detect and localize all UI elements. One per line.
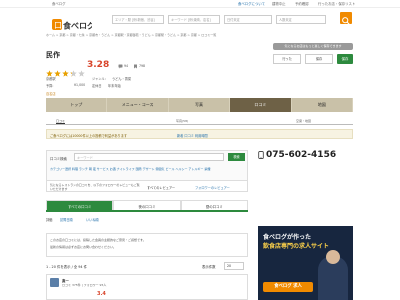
filter-like-order[interactable]: いいね順 — [86, 217, 99, 222]
tab-night-reviews[interactable]: 夜の口コミ — [113, 200, 181, 210]
page-title: 民作 — [46, 51, 60, 59]
tab-photos[interactable]: 写真 — [169, 98, 231, 112]
notice-text: ご食べログには10000件以上の投稿で利益があります — [50, 134, 128, 138]
restaurant-nav: トップ メニュー・コース 写真 ロコミ 地図 — [46, 98, 354, 112]
disclaimer-box: このお店の口コミには、投稿した会員の主観的なご意見・ご感想です。 最新の情報は必… — [46, 233, 248, 257]
comment-icon — [118, 64, 123, 69]
phone-icon — [258, 151, 264, 159]
tab-reviews[interactable]: ロコミ — [230, 98, 292, 112]
tab-all-reviews[interactable]: すべての口コミ — [46, 200, 114, 210]
top-link-about[interactable]: 食べログについて — [238, 1, 265, 6]
people-select[interactable]: 人数未定 — [276, 15, 326, 24]
header: 口 食べログ エリア・駅 [例:新宿、渋谷] キーワード [例:焼肉、店名] 日… — [0, 8, 400, 32]
svg-text:食べログ: 食べログ — [63, 21, 92, 31]
genre-label: ジャンル: — [92, 77, 106, 81]
tabelog-logo[interactable]: 口 食べログ — [52, 18, 92, 32]
went-button[interactable]: 行った — [273, 54, 301, 64]
hyakumeiten-badge[interactable]: 百名店 — [46, 91, 56, 96]
top-link-saved[interactable]: 行ったお店・保存リスト — [318, 1, 355, 6]
ad-title: 食べログが作った — [263, 234, 312, 241]
review-score: 3.4 — [97, 291, 106, 297]
top-link-stop[interactable]: 建物中止 — [272, 1, 286, 6]
save-panel-header: 気になるお店はもっと楽しく保存できます — [273, 43, 353, 50]
holiday-value: 年末年始 — [108, 84, 121, 88]
area-input[interactable]: エリア・駅 [例:新宿、渋谷] — [112, 15, 164, 24]
rating-stars — [46, 62, 86, 77]
review-search-button[interactable]: 検索 — [228, 153, 245, 161]
nearest-station: 京都駅 — [46, 77, 56, 81]
review-tabs: すべての口コミ 夜の口コミ 昼の口コミ — [46, 200, 248, 212]
disclaimer-line-2: 最新の情報は必ずお店にお問い合わせください。 — [50, 245, 117, 249]
star-half-icon — [70, 70, 77, 77]
phone-number[interactable]: 075-602-4156 — [266, 150, 336, 160]
save-panel: 気になるお店はもっと楽しく保存できます 行った 保存 保存 — [273, 43, 353, 67]
keyword-input[interactable]: キーワード [例:焼肉、店名] — [168, 15, 220, 24]
notice-link[interactable]: 新着 口コミ 利用時間 — [177, 133, 208, 138]
follower-reviewers-link[interactable]: フォロワーのレビュアー — [195, 185, 230, 190]
tab-map[interactable]: 地図 — [292, 98, 354, 112]
tab-menu[interactable]: メニュー・コース — [107, 98, 169, 112]
budget-day: 定休日 — [92, 84, 102, 88]
star-empty-icon — [78, 70, 85, 77]
disclaimer-line-1: このお店の口コミには、投稿した会員の主観的なご意見・ご感想です。 — [50, 238, 146, 242]
filter-label: 評価 — [46, 218, 53, 222]
ad-subtitle: 飲食店専門の求人サイト — [263, 243, 330, 250]
recruit-ad[interactable]: 食べログが作った 飲食店専門の求人サイト 食べログ 求人 — [258, 226, 353, 300]
subtab-reviews[interactable]: 口コミ — [56, 119, 66, 124]
bookmark-icon — [134, 64, 137, 69]
review-search-label: 口コミ検索 — [50, 157, 67, 161]
wish-button[interactable]: 保存 — [305, 54, 333, 64]
search-button[interactable] — [340, 12, 352, 25]
subtab-photos[interactable]: 写真(58) — [176, 119, 188, 123]
ad-logo: 食べログ 求人 — [263, 282, 313, 292]
subtab-row: 口コミ 写真(58) 空席・地図 — [46, 119, 353, 125]
notice-bar: ご食べログには10000件以上の投稿で利益があります 新着 口コミ 利用時間 — [46, 129, 353, 139]
filter-date-order[interactable]: 訪問日順 — [60, 217, 73, 222]
per-page-label: 表示件数 — [202, 265, 216, 269]
subtab-map[interactable]: 空席・地図 — [296, 119, 311, 123]
top-link-reserve[interactable]: 予約確認 — [295, 1, 309, 6]
top-left-text: 食べログ — [52, 2, 66, 6]
avatar[interactable] — [50, 278, 59, 287]
filter-row: 評価 訪問日順 いいね順 — [46, 215, 248, 222]
star-icon — [62, 70, 69, 77]
all-reviewers-link[interactable]: すべてのレビュアー — [147, 185, 175, 190]
budget-night: ¥1,000 — [74, 83, 86, 87]
saves-count[interactable]: 798 — [139, 64, 145, 68]
review-card: 真一 ロコミ 375件 | フォロワー 95人 3.4 — [46, 274, 248, 300]
info-text: 気になるレストランの口コミを、以下のフォロワーのレビューもご覧いただけます — [50, 183, 140, 191]
info-box: 気になるレストランの口コミを、以下のフォロワーのレビューもご覧いただけます すべ… — [46, 180, 248, 192]
tab-top[interactable]: トップ — [46, 98, 108, 112]
rating-score: 3.28 — [87, 60, 110, 70]
breadcrumb[interactable]: ホーム > 京都 > 京都・七条 > 京都市・うどん > 京都駅・京都御苑・うど… — [46, 33, 356, 38]
reviews-count[interactable]: 94 — [124, 64, 128, 68]
top-strip: 食べログ 食べログについて 建物中止 予約確認 行ったお店・保存リスト — [0, 0, 400, 8]
count-row: 1 - 20 件を表示 / 全 94 件 表示件数 20 — [46, 262, 248, 271]
ad-person-face — [326, 250, 340, 264]
budget-label: 予算: — [46, 84, 54, 88]
search-icon — [342, 17, 350, 25]
date-select[interactable]: 日付未定 — [224, 15, 272, 24]
per-page-select[interactable]: 20 — [224, 262, 244, 270]
reviewer-meta: ロコミ 375件 | フォロワー 95人 — [62, 283, 107, 287]
tab-day-reviews[interactable]: 昼の口コミ — [180, 200, 248, 210]
result-count: 1 - 20 件を表示 / 全 94 件 — [46, 265, 88, 269]
svg-text:口: 口 — [54, 21, 62, 30]
save-button[interactable]: 保存 — [337, 54, 353, 64]
review-keyword-input[interactable]: キーワード — [74, 153, 224, 161]
genre-value[interactable]: うどん・香菜 — [112, 76, 131, 81]
